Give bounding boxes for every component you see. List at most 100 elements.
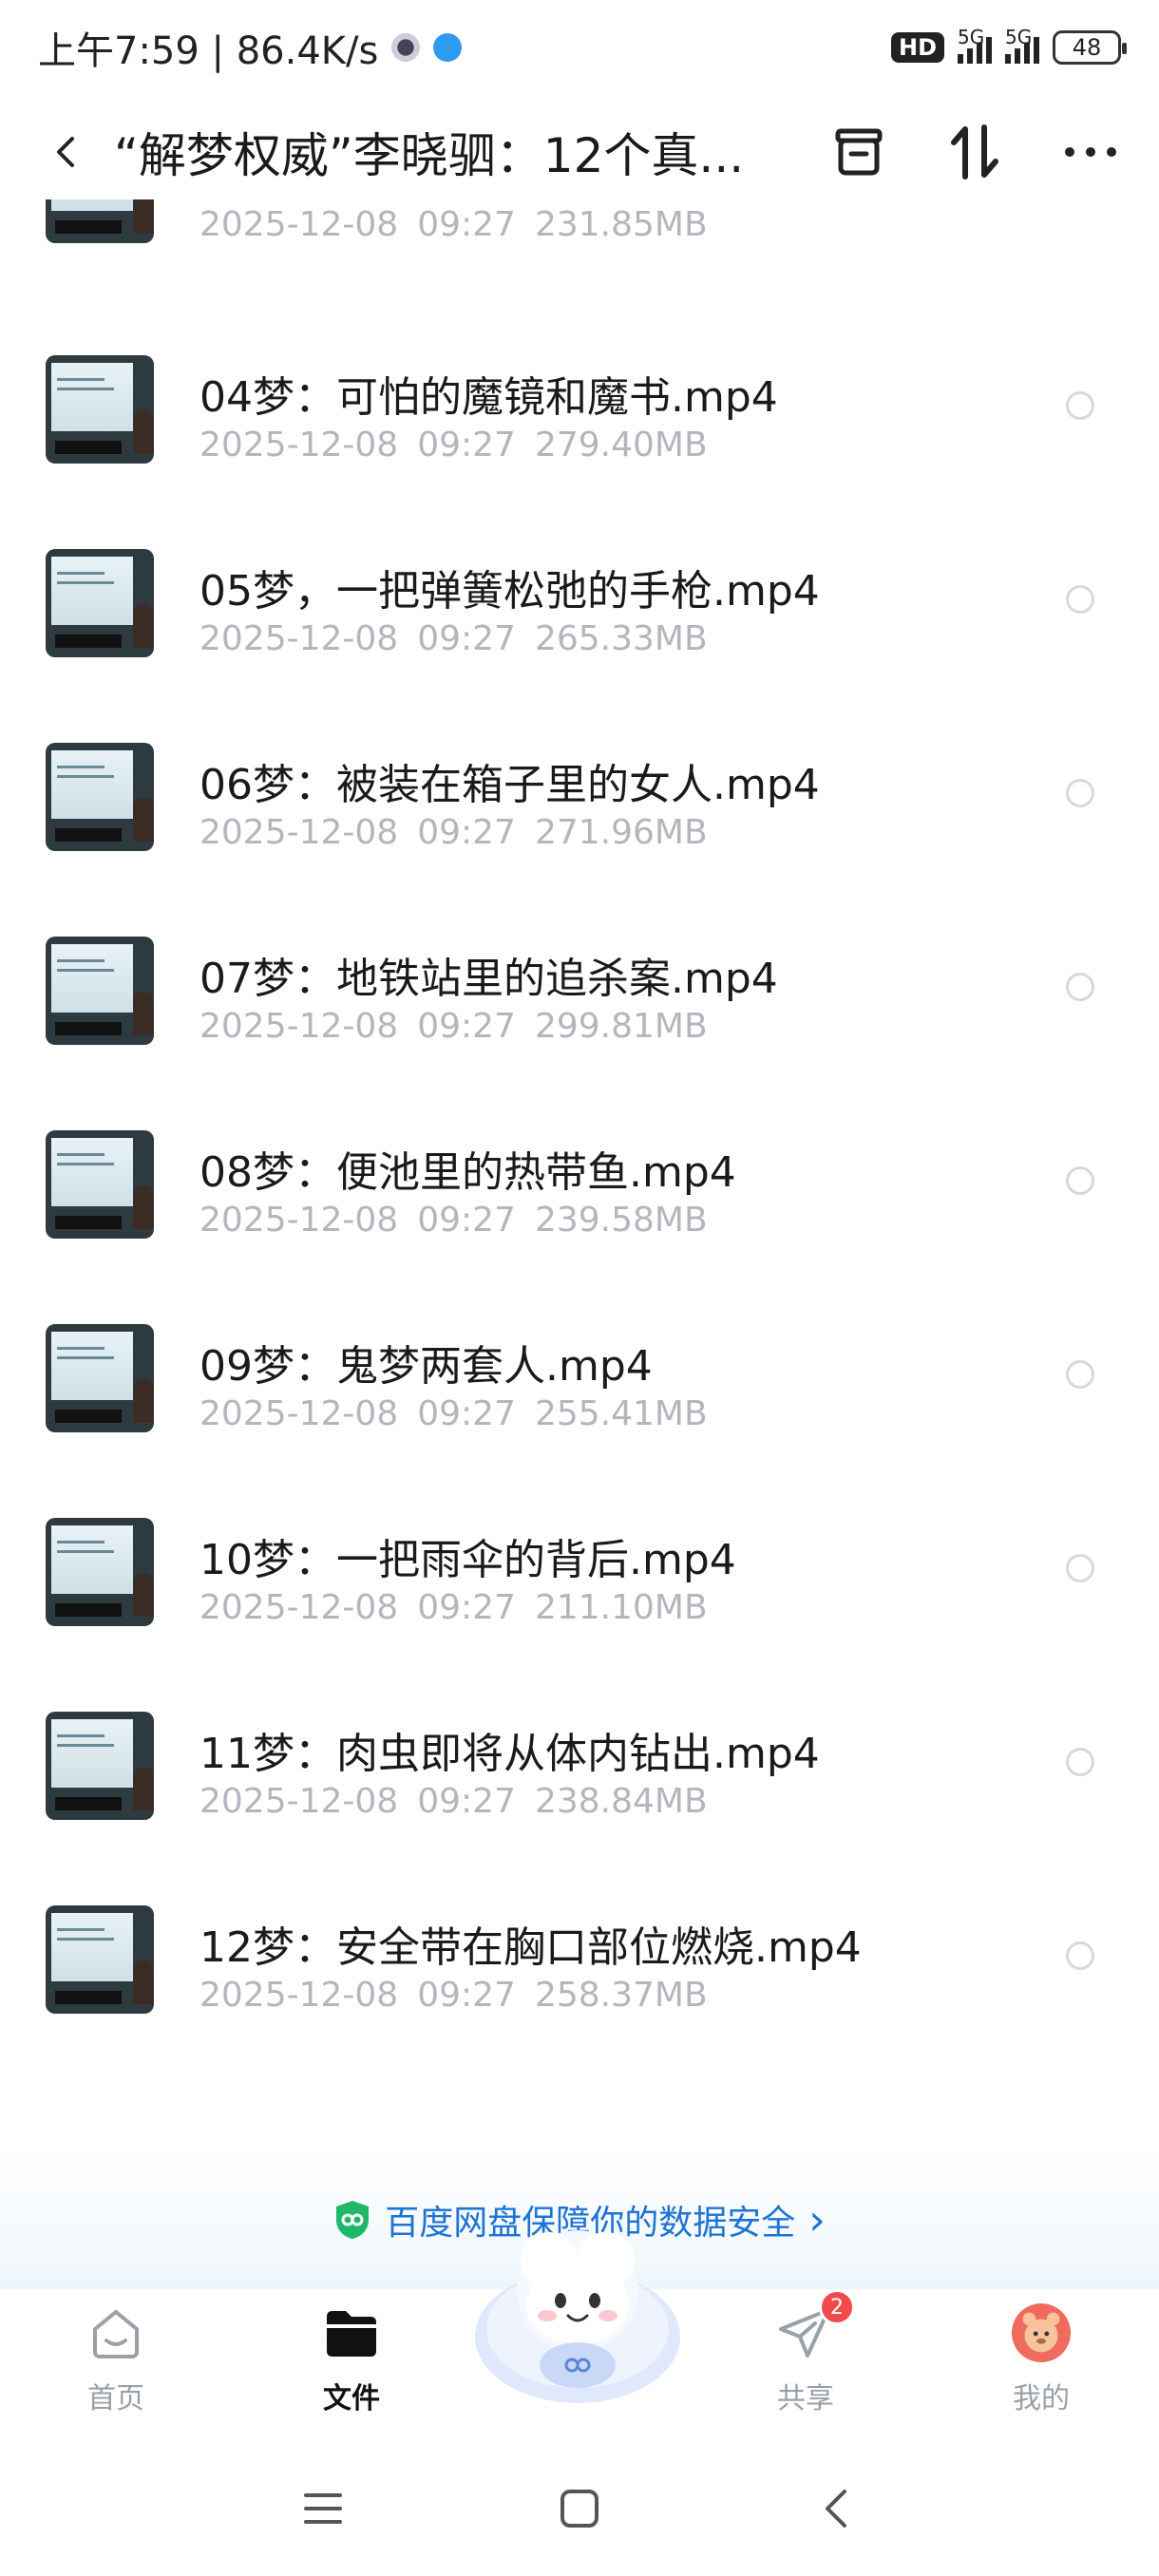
select-radio[interactable] [1066, 1554, 1094, 1582]
file-time: 09:27 [417, 1007, 516, 1046]
nav-profile[interactable]: 我的 [965, 2289, 1117, 2441]
file-date: 2025-12-08 [200, 619, 399, 658]
file-time: 09:27 [417, 426, 516, 464]
file-size: 239.58MB [534, 1201, 708, 1240]
file-meta: 2025-12-08 09:27 299.81MB [200, 1007, 727, 1046]
home-icon [86, 2302, 146, 2363]
file-row[interactable]: 2025-12-08 09:27 231.85MB [0, 199, 1159, 298]
file-meta: 2025-12-08 09:27 238.84MB [200, 1782, 727, 1821]
back-icon[interactable] [38, 123, 95, 180]
sort-icon[interactable] [944, 122, 1005, 182]
select-radio[interactable] [1066, 391, 1094, 420]
file-size: 211.10MB [534, 1588, 708, 1627]
select-radio[interactable] [1066, 973, 1094, 1001]
video-thumbnail [46, 199, 154, 243]
file-row[interactable]: 09梦：鬼梦两套人.mp4 2025-12-08 09:27 255.41MB [0, 1294, 1159, 1487]
mascot-center-button[interactable] [473, 2223, 682, 2413]
archive-icon[interactable] [828, 122, 889, 182]
file-name: 06梦：被装在箱子里的女人.mp4 [200, 761, 820, 809]
video-thumbnail [46, 937, 154, 1045]
battery-icon: 48 [1053, 30, 1127, 65]
file-size: 231.85MB [534, 205, 708, 244]
upload-notification-icon [433, 33, 463, 62]
video-thumbnail [46, 355, 154, 464]
select-radio[interactable] [1066, 779, 1094, 807]
file-time: 09:27 [417, 205, 516, 244]
more-icon[interactable] [1060, 122, 1121, 182]
select-radio[interactable] [1066, 1941, 1094, 1970]
chevron-right-icon: › [808, 2195, 826, 2245]
video-thumbnail [46, 1324, 154, 1432]
file-name: 07梦：地铁站里的追杀案.mp4 [200, 955, 778, 1003]
file-row[interactable]: 05梦，一把弹簧松弛的手枪.mp4 2025-12-08 09:27 265.33M… [0, 519, 1159, 712]
system-nav-bar [0, 2441, 1159, 2576]
shield-icon [336, 2201, 370, 2239]
file-time: 09:27 [417, 813, 516, 852]
file-row[interactable]: 04梦：可怕的魔镜和魔书.mp4 2025-12-08 09:27 279.40MB [0, 325, 1159, 519]
file-row[interactable]: 12梦：安全带在胸口部位燃烧.mp4 2025-12-08 09:27 258.37… [0, 1875, 1159, 2052]
nav-label: 首页 [87, 2382, 144, 2415]
file-meta: 2025-12-08 09:27 271.96MB [200, 813, 727, 852]
status-right: HD 5G 5G 48 [890, 26, 1127, 65]
menu-icon[interactable] [294, 2480, 352, 2537]
file-size: 258.37MB [534, 1976, 708, 2015]
file-date: 2025-12-08 [200, 1782, 399, 1821]
file-meta: 2025-12-08 09:27 279.40MB [200, 426, 727, 464]
home-square-icon[interactable] [551, 2480, 608, 2537]
nav-share[interactable]: 2 共享 [730, 2289, 882, 2441]
status-bar: 上午7:59 | 86.4K/s HD 5G 5G 48 [0, 0, 1159, 95]
file-time: 09:27 [417, 1394, 516, 1433]
file-row[interactable]: 08梦：便池里的热带鱼.mp4 2025-12-08 09:27 239.58MB [0, 1100, 1159, 1294]
nav-home[interactable]: 首页 [40, 2289, 192, 2441]
video-thumbnail [46, 549, 154, 657]
file-meta: 2025-12-08 09:27 255.41MB [200, 1394, 727, 1433]
file-meta: 2025-12-08 09:27 265.33MB [200, 619, 727, 658]
file-time: 09:27 [417, 1588, 516, 1627]
file-name: 11梦：肉虫即将从体内钻出.mp4 [200, 1730, 820, 1778]
signal-icon-2: 5G [1005, 26, 1039, 64]
top-app-bar: “解梦权威”李晓驷：12个真... [0, 104, 1159, 199]
select-radio[interactable] [1066, 585, 1094, 614]
video-thumbnail [46, 1905, 154, 2014]
file-meta: 2025-12-08 09:27 239.58MB [200, 1201, 727, 1240]
file-name: 04梦：可怕的魔镜和魔书.mp4 [200, 373, 778, 422]
share-badge: 2 [819, 2289, 855, 2325]
file-row[interactable]: 11梦：肉虫即将从体内钻出.mp4 2025-12-08 09:27 238.84M… [0, 1681, 1159, 1875]
file-row[interactable]: 10梦：一把雨伞的背后.mp4 2025-12-08 09:27 211.10MB [0, 1487, 1159, 1681]
file-meta: 2025-12-08 09:27 258.37MB [200, 1976, 727, 2015]
file-size: 279.40MB [534, 426, 708, 464]
file-name: 05梦，一把弹簧松弛的手枪.mp4 [200, 567, 820, 616]
file-row[interactable]: 06梦：被装在箱子里的女人.mp4 2025-12-08 09:27 271.96M… [0, 712, 1159, 906]
app-notification-icon [391, 33, 421, 62]
file-date: 2025-12-08 [200, 1201, 399, 1240]
select-radio[interactable] [1066, 1360, 1094, 1389]
file-time: 09:27 [417, 1201, 516, 1240]
file-time: 09:27 [417, 619, 516, 658]
select-radio[interactable] [1066, 1166, 1094, 1195]
share-icon: 2 [775, 2289, 855, 2363]
file-date: 2025-12-08 [200, 1588, 399, 1627]
back-triangle-icon[interactable] [808, 2480, 864, 2537]
status-left: 上午7:59 | 86.4K/s [38, 20, 463, 75]
video-thumbnail [46, 1130, 154, 1239]
file-date: 2025-12-08 [200, 1976, 399, 2015]
nav-label: 文件 [323, 2382, 380, 2415]
file-name: 08梦：便池里的热带鱼.mp4 [200, 1148, 736, 1197]
signal-icon-1: 5G [958, 26, 992, 64]
nav-files[interactable]: 文件 [276, 2289, 428, 2441]
page-title: “解梦权威”李晓驷：12个真... [114, 128, 745, 183]
file-date: 2025-12-08 [200, 1007, 399, 1046]
file-name: 10梦：一把雨伞的背后.mp4 [200, 1536, 736, 1584]
file-name: 12梦：安全带在胸口部位燃烧.mp4 [200, 1923, 862, 1972]
profile-avatar-icon [1011, 2302, 1072, 2363]
video-thumbnail [46, 1518, 154, 1626]
file-time: 09:27 [417, 1976, 516, 2015]
file-name: 09梦：鬼梦两套人.mp4 [200, 1342, 653, 1391]
file-time: 09:27 [417, 1782, 516, 1821]
file-size: 271.96MB [534, 813, 708, 852]
battery-level: 48 [1072, 34, 1102, 61]
file-row[interactable]: 07梦：地铁站里的追杀案.mp4 2025-12-08 09:27 299.81MB [0, 906, 1159, 1100]
file-size: 265.33MB [534, 619, 708, 658]
file-size: 299.81MB [534, 1007, 708, 1046]
select-radio[interactable] [1066, 1748, 1094, 1776]
